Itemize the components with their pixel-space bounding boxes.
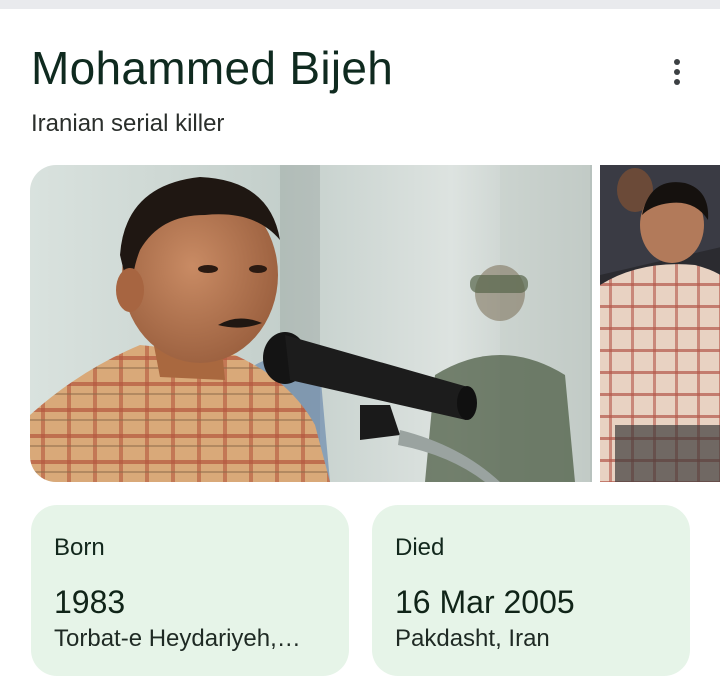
entity-description: Iranian serial killer bbox=[31, 110, 225, 137]
born-fact-card[interactable]: Born 1983 Torbat-e Heydariyeh,… bbox=[31, 505, 349, 676]
died-label: Died bbox=[395, 534, 445, 561]
person-at-microphone-image bbox=[30, 165, 592, 482]
more-options-button[interactable] bbox=[660, 52, 694, 92]
born-year: 1983 bbox=[54, 584, 126, 620]
born-place: Torbat-e Heydariyeh,… bbox=[54, 625, 301, 652]
top-divider bbox=[0, 0, 720, 9]
born-label: Born bbox=[54, 534, 105, 561]
entity-image-main[interactable] bbox=[30, 165, 592, 482]
died-fact-card[interactable]: Died 16 Mar 2005 Pakdasht, Iran bbox=[372, 505, 690, 676]
person-seated-image bbox=[600, 165, 720, 482]
entity-title: Mohammed Bijeh bbox=[31, 42, 394, 94]
entity-image-secondary[interactable] bbox=[600, 165, 720, 482]
died-date: 16 Mar 2005 bbox=[395, 584, 575, 620]
died-place: Pakdasht, Iran bbox=[395, 625, 550, 652]
